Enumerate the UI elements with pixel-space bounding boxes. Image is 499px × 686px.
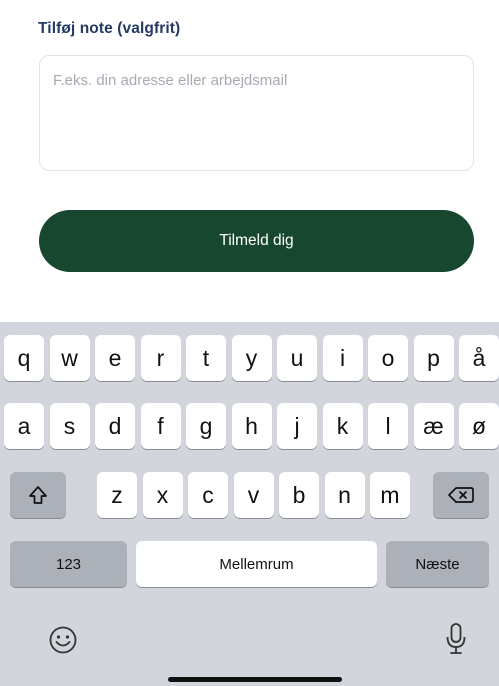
- next-key[interactable]: Næste: [386, 541, 489, 587]
- key-q[interactable]: q: [4, 335, 44, 381]
- signup-form: Tilføj note (valgfrit) F.eks. din adress…: [0, 0, 499, 322]
- key-n[interactable]: n: [324, 472, 365, 518]
- onscreen-keyboard: q w e r t y u i o p å a s d f g h j k l æø z x c v b n m 123 Mell…: [0, 322, 499, 686]
- key-label: k: [336, 412, 349, 439]
- key-f[interactable]: f: [140, 403, 181, 449]
- key-å[interactable]: å: [459, 335, 499, 381]
- key-a[interactable]: a: [4, 403, 44, 449]
- key-o[interactable]: o: [368, 335, 408, 381]
- key-ø[interactable]: ø: [459, 403, 499, 449]
- key-i[interactable]: i: [322, 335, 363, 381]
- key-u[interactable]: u: [277, 335, 317, 381]
- key-label: l: [385, 412, 391, 439]
- shift-icon: [29, 486, 47, 504]
- key-label: y: [245, 344, 258, 371]
- key-z[interactable]: z: [97, 472, 137, 518]
- emoji-icon: [49, 626, 77, 654]
- key-g[interactable]: g: [186, 403, 226, 449]
- key-label: v: [247, 481, 260, 508]
- note-textarea[interactable]: F.eks. din adresse eller arbejdsmail: [39, 55, 474, 171]
- key-h[interactable]: h: [231, 403, 272, 449]
- key-label: r: [156, 344, 165, 371]
- key-label: i: [339, 344, 346, 371]
- key-r[interactable]: r: [140, 335, 181, 381]
- key-label: b: [292, 481, 306, 508]
- key-label: æ: [423, 412, 444, 439]
- key-label: o: [381, 344, 395, 371]
- home-indicator: [168, 677, 342, 682]
- key-label: e: [108, 344, 122, 371]
- key-label: å: [472, 344, 486, 371]
- key-æ[interactable]: æ: [413, 403, 454, 449]
- backspace-key[interactable]: [433, 472, 489, 518]
- key-label: f: [157, 412, 164, 439]
- key-label: q: [17, 344, 31, 371]
- key-label: n: [338, 481, 351, 508]
- space-key-label: Mellemrum: [219, 555, 294, 573]
- key-label: z: [111, 481, 123, 508]
- key-label: m: [380, 481, 400, 508]
- key-d[interactable]: d: [95, 403, 135, 449]
- note-placeholder: F.eks. din adresse eller arbejdsmail: [53, 72, 288, 89]
- key-l[interactable]: l: [368, 403, 408, 449]
- key-k[interactable]: k: [322, 403, 363, 449]
- space-key[interactable]: Mellemrum: [136, 541, 377, 587]
- key-label: j: [294, 412, 300, 439]
- dictation-button[interactable]: [444, 622, 468, 661]
- backspace-icon: [448, 487, 474, 503]
- key-label: c: [202, 481, 214, 508]
- key-label: d: [108, 412, 122, 439]
- key-label: ø: [471, 412, 487, 439]
- numbers-key[interactable]: 123: [10, 541, 127, 587]
- key-label: p: [427, 344, 440, 371]
- key-label: h: [245, 412, 258, 439]
- key-label: a: [17, 412, 31, 439]
- key-label: x: [156, 481, 169, 508]
- key-label: s: [63, 412, 76, 439]
- key-j[interactable]: j: [277, 403, 317, 449]
- signup-button[interactable]: Tilmeld dig: [39, 210, 474, 272]
- note-label: Tilføj note (valgfrit): [38, 20, 181, 37]
- key-b[interactable]: b: [279, 472, 319, 518]
- key-p[interactable]: p: [413, 335, 454, 381]
- microphone-icon: [446, 623, 466, 654]
- shift-key[interactable]: [10, 472, 66, 518]
- key-x[interactable]: x: [142, 472, 183, 518]
- key-label: g: [199, 412, 213, 439]
- next-key-label: Næste: [415, 555, 460, 573]
- key-e[interactable]: e: [95, 335, 135, 381]
- key-m[interactable]: m: [370, 472, 410, 518]
- key-label: w: [61, 344, 78, 371]
- key-label: u: [290, 344, 304, 371]
- key-w[interactable]: w: [49, 335, 90, 381]
- key-y[interactable]: y: [231, 335, 272, 381]
- numbers-key-label: 123: [55, 555, 82, 573]
- key-label: t: [202, 344, 210, 371]
- key-s[interactable]: s: [49, 403, 90, 449]
- key-v[interactable]: v: [233, 472, 274, 518]
- emoji-button[interactable]: [48, 625, 78, 660]
- key-c[interactable]: c: [188, 472, 228, 518]
- key-t[interactable]: t: [186, 335, 226, 381]
